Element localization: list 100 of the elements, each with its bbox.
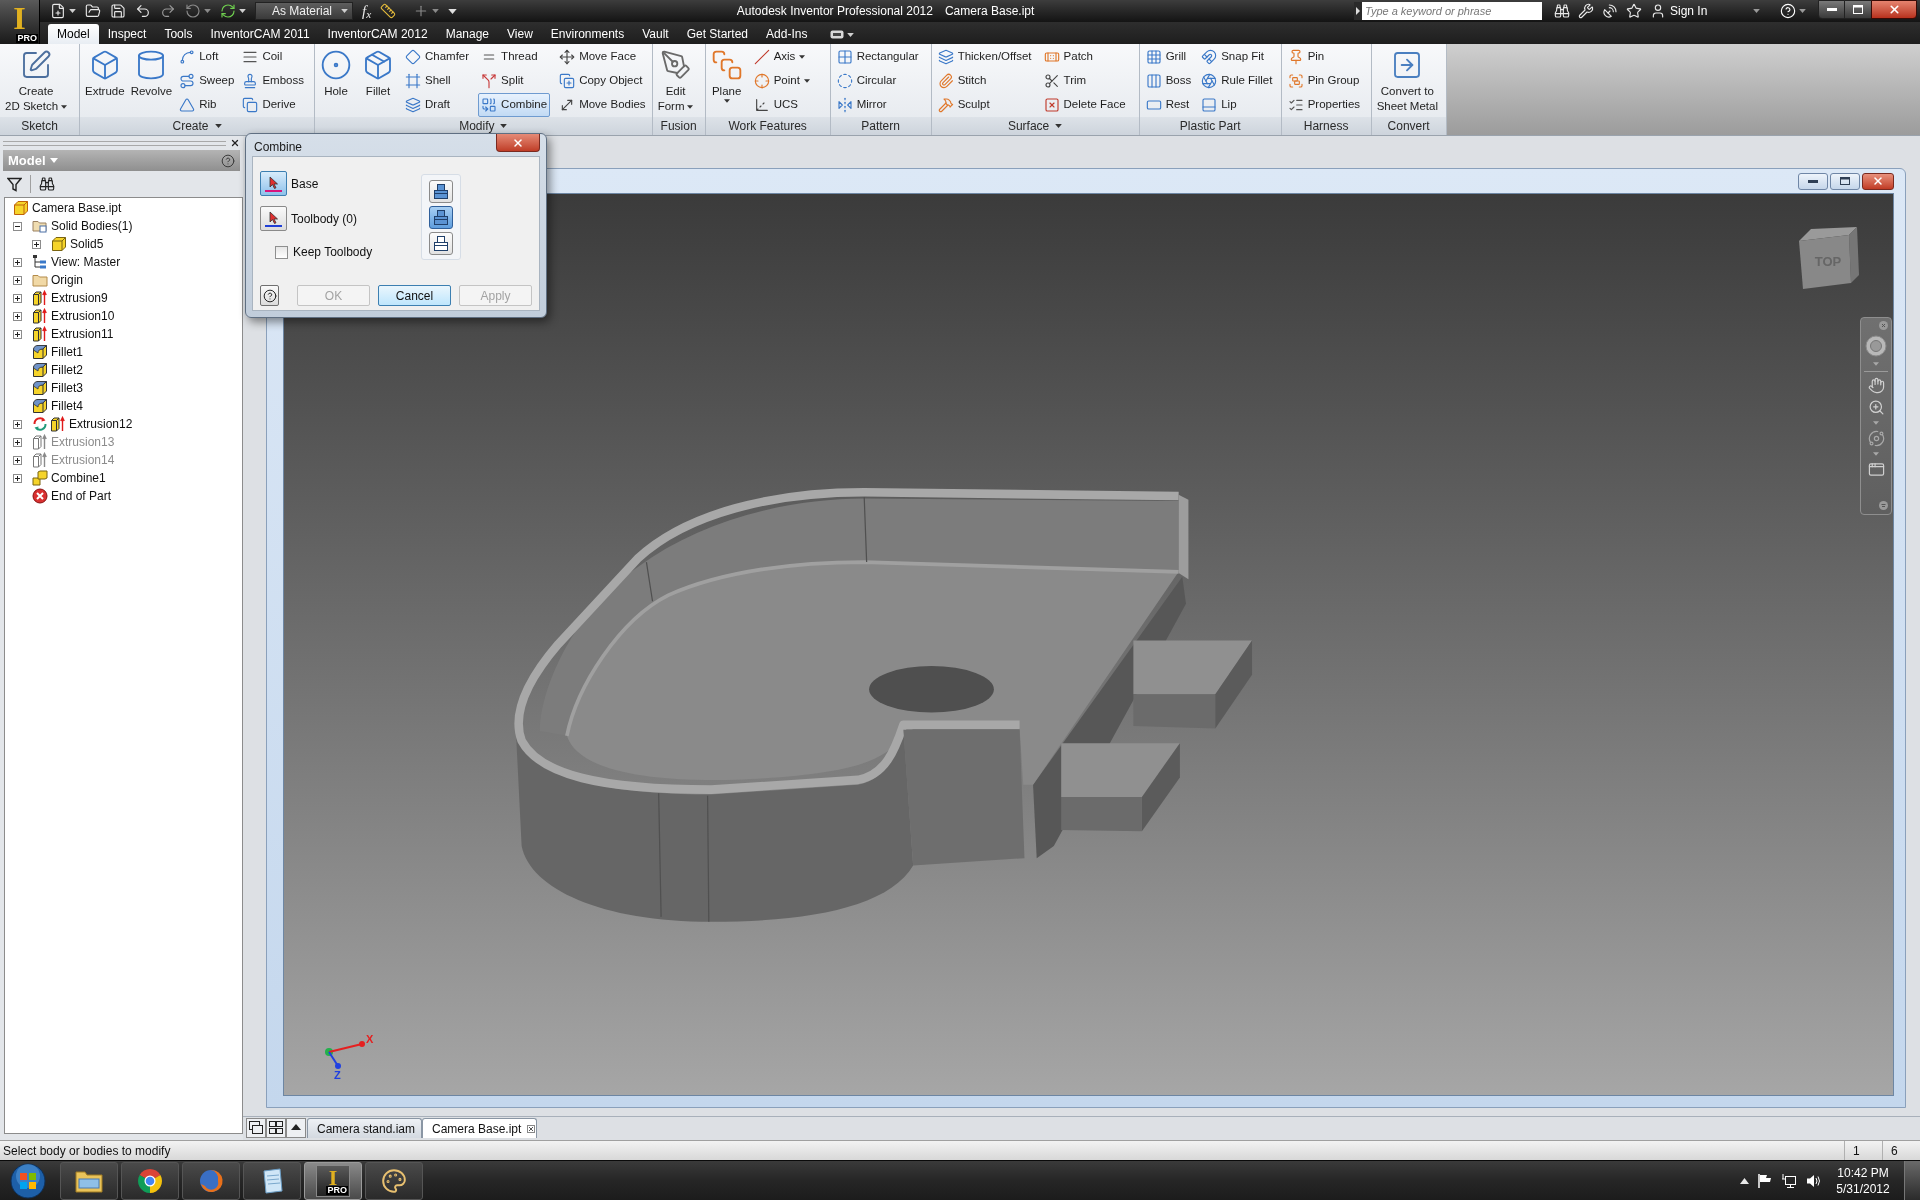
ribbon-button[interactable]: Loft (176, 45, 238, 69)
search-field[interactable]: Type a keyword or phrase (1362, 2, 1542, 20)
ribbon-button[interactable]: Create 2D Sketch (3, 45, 70, 117)
save-icon[interactable] (110, 3, 126, 19)
ribbon-button[interactable]: Point (750, 69, 813, 93)
tree-item-label[interactable]: End of Part (51, 487, 112, 505)
ribbon-button[interactable]: Fillet (360, 45, 396, 117)
select-button[interactable] (260, 206, 287, 231)
ribbon-tab[interactable]: Model (48, 24, 99, 44)
ribbon-button[interactable]: Coil (239, 45, 307, 69)
tile-windows-icon[interactable] (266, 1118, 286, 1138)
cube-icon[interactable] (51, 236, 67, 252)
tree-item-label[interactable]: Extrusion12 (69, 415, 133, 433)
tree-item-label[interactable]: Extrusion9 (51, 289, 108, 307)
expand-icon[interactable] (13, 419, 22, 429)
tree-item-label[interactable]: Extrusion11 (51, 325, 114, 343)
sign-in-button[interactable]: Sign In (1650, 2, 1760, 20)
wrench-icon[interactable] (1578, 3, 1594, 19)
taskbar-button[interactable] (365, 1161, 423, 1200)
satellite-dish-icon[interactable] (1602, 3, 1618, 19)
expand-icon[interactable] (13, 311, 22, 321)
tree-item-label[interactable]: View: Master (51, 253, 121, 271)
tree-item-label[interactable]: Fillet1 (51, 343, 83, 361)
rounded-cube-icon[interactable] (32, 362, 48, 378)
ribbon-button[interactable]: Patch (1040, 45, 1129, 69)
ribbon-button[interactable]: Move Bodies (556, 93, 649, 117)
ribbon-button[interactable]: Convert to Sheet Metal (1374, 45, 1440, 117)
ribbon-tab[interactable]: Inspect (98, 24, 156, 44)
maximize-button[interactable] (1830, 172, 1860, 190)
steering-wheel-icon[interactable] (1865, 335, 1887, 357)
caret-icon[interactable] (723, 99, 730, 103)
ribbon-button[interactable]: Axis (750, 45, 813, 69)
caret-icon[interactable] (1799, 9, 1806, 13)
close-button[interactable] (1862, 172, 1894, 190)
caret-icon[interactable] (239, 9, 246, 13)
binoculars-icon[interactable] (1554, 3, 1570, 19)
panel-title-button[interactable]: Create (80, 117, 314, 135)
taskbar-button[interactable]: IPRO (304, 1161, 362, 1200)
caret-icon[interactable] (69, 9, 76, 13)
maximize-button[interactable] (1845, 0, 1871, 19)
close-icon[interactable] (527, 1124, 536, 1133)
rounded-cube-icon[interactable] (32, 344, 48, 360)
ribbon-button[interactable]: Mirror (833, 93, 922, 117)
operation-button[interactable] (429, 179, 453, 203)
box-arrow-icon[interactable] (32, 308, 48, 324)
parameters-button[interactable]: f$_{x}$ (362, 3, 372, 19)
expand-icon[interactable] (13, 275, 22, 285)
flag-icon[interactable] (1758, 1172, 1772, 1189)
tree-item-label[interactable]: Solid Bodies(1) (51, 217, 133, 235)
select-button[interactable] (260, 171, 287, 196)
keep-toolbody-checkbox[interactable] (275, 245, 288, 259)
box-arrow-icon[interactable] (32, 326, 48, 342)
ribbon-button[interactable]: Trim (1040, 69, 1129, 93)
ribbon-button[interactable]: Circular (833, 69, 922, 93)
caret-icon[interactable] (214, 124, 222, 128)
taskbar-button[interactable] (121, 1161, 179, 1200)
box-arrow-icon[interactable] (32, 290, 48, 306)
cube-icon[interactable] (13, 200, 29, 216)
ribbon-button[interactable]: Draft (402, 93, 473, 117)
window-icon[interactable] (1867, 461, 1885, 478)
ribbon-tab[interactable]: InventorCAM 2011 (201, 24, 319, 44)
tree-item-label[interactable]: Fillet4 (51, 397, 83, 415)
show-desktop-button[interactable] (1904, 1160, 1920, 1200)
ribbon-button[interactable]: Move Face (556, 45, 649, 69)
binoculars-icon[interactable] (39, 176, 55, 192)
ribbon-button[interactable]: Sweep (176, 69, 238, 93)
ribbon-button[interactable]: Split (478, 69, 551, 93)
close-button[interactable] (1871, 0, 1917, 19)
caret-icon[interactable] (687, 104, 694, 109)
ribbon-tab[interactable]: View (498, 24, 542, 44)
caret-icon[interactable] (799, 55, 806, 59)
taskbar-button[interactable] (182, 1161, 240, 1200)
close-icon[interactable] (230, 138, 240, 148)
ribbon-button[interactable]: Pin Group (1284, 69, 1364, 93)
refresh-icon[interactable] (32, 416, 48, 432)
ribbon-tab[interactable]: InventorCAM 2012 (318, 24, 437, 44)
ribbon-tab[interactable]: Environments (541, 24, 634, 44)
ribbon-tab[interactable]: Get Started (677, 24, 758, 44)
hand-icon[interactable] (1867, 377, 1885, 394)
tree-item-label[interactable]: Fillet3 (51, 379, 83, 397)
close-button[interactable] (496, 134, 540, 152)
cascade-windows-icon[interactable] (246, 1118, 266, 1138)
ribbon-button[interactable]: Emboss (239, 69, 307, 93)
ribbon-tab[interactable]: Manage (436, 24, 498, 44)
rotate-arrow-icon[interactable] (185, 3, 201, 19)
ribbon-button[interactable]: Thicken/Offset (934, 45, 1035, 69)
speaker-icon[interactable] (1806, 1172, 1822, 1189)
caret-icon[interactable] (847, 32, 855, 37)
folder-icon[interactable] (85, 3, 101, 19)
caret-icon[interactable] (500, 124, 508, 128)
document-tab[interactable]: Camera Base.ipt (422, 1118, 537, 1138)
box-arrow-icon[interactable] (50, 416, 66, 432)
ribbon-button[interactable]: Edit Form (655, 45, 696, 117)
ribbon-tab[interactable]: Vault (633, 24, 678, 44)
caret-icon[interactable] (1753, 9, 1760, 13)
ribbon-button[interactable]: Thread (478, 45, 551, 69)
operation-button[interactable] (429, 231, 453, 255)
minimize-button[interactable] (1818, 0, 1845, 19)
ribbon-button[interactable]: Rectangular (833, 45, 922, 69)
folder-cube-icon[interactable] (32, 218, 48, 234)
